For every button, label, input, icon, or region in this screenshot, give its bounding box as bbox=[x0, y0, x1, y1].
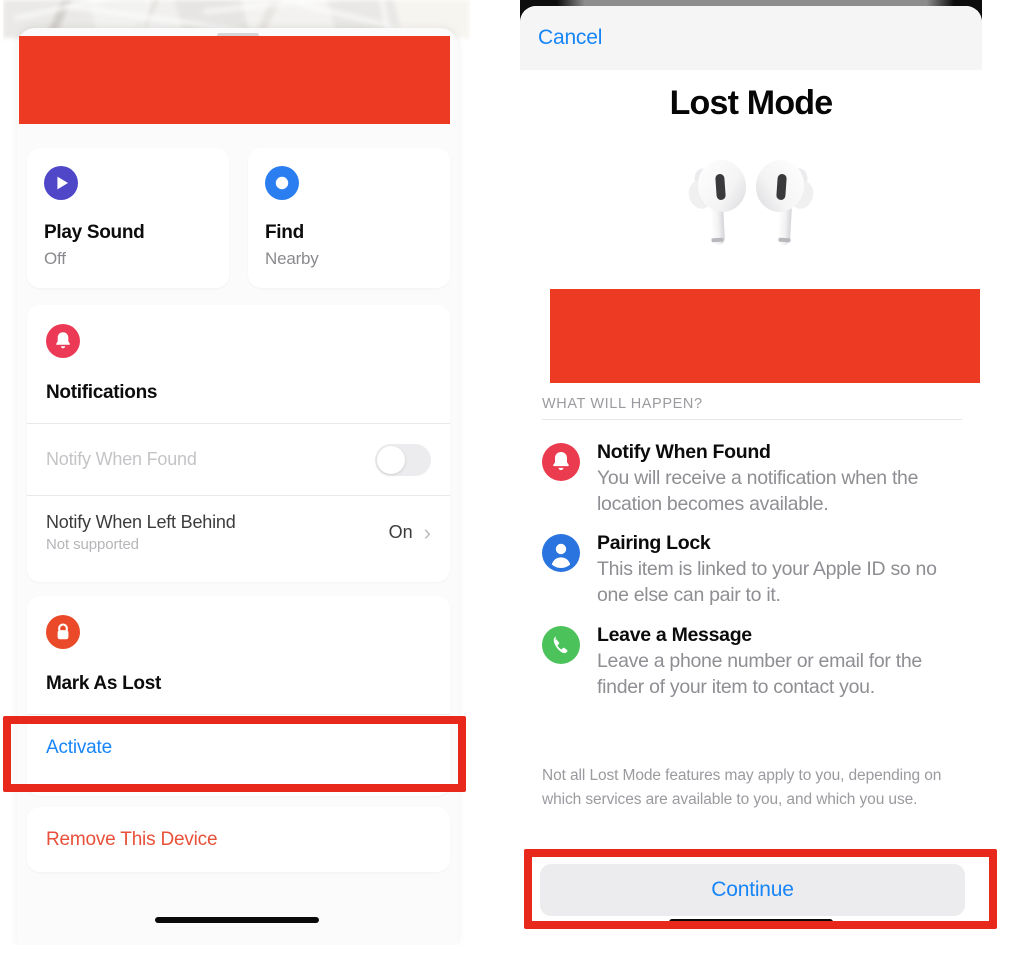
feature-text-wrap: Pairing Lock This item is linked to your… bbox=[597, 531, 967, 608]
feature-title: Notify When Found bbox=[597, 441, 771, 463]
bell-icon bbox=[46, 324, 80, 362]
feature-leave-a-message: Leave a Message Leave a phone number or … bbox=[542, 623, 967, 700]
toggle-knob bbox=[377, 445, 405, 474]
right-phone-panel: Cancel Lost Mode WHAT WILL HAPPEN? Notif… bbox=[520, 0, 982, 945]
remove-this-device-button[interactable]: Remove This Device bbox=[27, 807, 450, 873]
continue-button[interactable]: Continue bbox=[540, 864, 965, 916]
person-icon bbox=[542, 534, 580, 573]
notify-when-found-control[interactable] bbox=[375, 443, 431, 476]
feature-text-wrap: Notify When Found You will receive a not… bbox=[597, 440, 967, 517]
caption-divider bbox=[542, 419, 962, 420]
feature-text-wrap: Leave a Message Leave a phone number or … bbox=[597, 623, 967, 700]
play-sound-title: Play Sound bbox=[44, 222, 145, 243]
mark-as-lost-title: Mark As Lost bbox=[46, 673, 162, 694]
notify-when-left-behind-sublabel: Not supported bbox=[46, 536, 139, 553]
feature-description: You will receive a notification when the… bbox=[597, 466, 919, 515]
lost-mode-title: Lost Mode bbox=[669, 84, 834, 122]
lost-mode-disclaimer: Not all Lost Mode features may apply to … bbox=[542, 767, 942, 808]
feature-notify-when-found: Notify When Found You will receive a not… bbox=[542, 440, 967, 517]
notify-when-found-label-wrap: Notify When Found bbox=[46, 449, 197, 470]
activate-button[interactable]: Activate bbox=[27, 714, 450, 780]
home-indicator bbox=[669, 919, 833, 925]
mark-as-lost-group: Mark As Lost Activate bbox=[27, 596, 450, 796]
lost-mode-nav-bar: Cancel bbox=[520, 6, 982, 70]
redaction-bar-item-name bbox=[550, 289, 980, 383]
phone-icon bbox=[542, 625, 580, 664]
find-nearby-card[interactable]: Find Nearby bbox=[248, 148, 450, 288]
notifications-header: Notifications bbox=[27, 305, 450, 404]
notify-when-found-row[interactable]: Notify When Found bbox=[27, 423, 450, 495]
bell-icon bbox=[542, 443, 580, 481]
notify-when-left-behind-row[interactable]: Notify When Left Behind Not supported On… bbox=[27, 495, 450, 569]
what-will-happen-caption: WHAT WILL HAPPEN? bbox=[542, 396, 703, 412]
left-phone-panel: Play Sound Off Find Nearby Notifications… bbox=[3, 0, 470, 945]
feature-description: Leave a phone number or email for the fi… bbox=[597, 649, 922, 698]
notify-when-left-behind-value-wrap: On › bbox=[388, 519, 431, 545]
remove-device-group: Remove This Device bbox=[27, 807, 450, 872]
lost-mode-feature-list: Notify When Found You will receive a not… bbox=[542, 440, 967, 714]
find-nearby-icon bbox=[265, 166, 299, 204]
notify-when-found-toggle[interactable] bbox=[375, 443, 431, 476]
find-title: Find bbox=[265, 222, 304, 243]
cancel-button[interactable]: Cancel bbox=[538, 26, 602, 50]
notify-when-left-behind-label: Notify When Left Behind bbox=[46, 512, 236, 532]
notifications-title: Notifications bbox=[46, 382, 158, 403]
feature-title: Pairing Lock bbox=[597, 532, 711, 555]
notify-when-left-behind-label-wrap: Notify When Left Behind Not supported bbox=[46, 512, 236, 553]
mark-as-lost-header: Mark As Lost bbox=[27, 596, 450, 695]
play-sound-card[interactable]: Play Sound Off bbox=[27, 148, 229, 288]
feature-pairing-lock: Pairing Lock This item is linked to your… bbox=[542, 531, 967, 608]
screenshot-root: Play Sound Off Find Nearby Notifications… bbox=[0, 0, 1024, 977]
feature-description: This item is linked to your Apple ID so … bbox=[597, 558, 937, 607]
notify-when-left-behind-value: On bbox=[388, 522, 413, 542]
play-sound-status: Off bbox=[44, 249, 66, 268]
lock-icon bbox=[46, 615, 80, 653]
play-sound-icon bbox=[44, 166, 78, 204]
chevron-right-icon: › bbox=[423, 519, 431, 545]
airpods-pro-image bbox=[636, 143, 866, 273]
notify-when-found-label: Notify When Found bbox=[46, 449, 197, 469]
quick-actions-row: Play Sound Off Find Nearby bbox=[27, 148, 450, 288]
home-indicator bbox=[154, 917, 319, 923]
feature-title: Leave a Message bbox=[597, 623, 752, 646]
find-status: Nearby bbox=[265, 249, 319, 268]
redaction-bar-device-name bbox=[19, 36, 450, 124]
notifications-group: Notifications Notify When Found Notify W… bbox=[27, 305, 450, 582]
